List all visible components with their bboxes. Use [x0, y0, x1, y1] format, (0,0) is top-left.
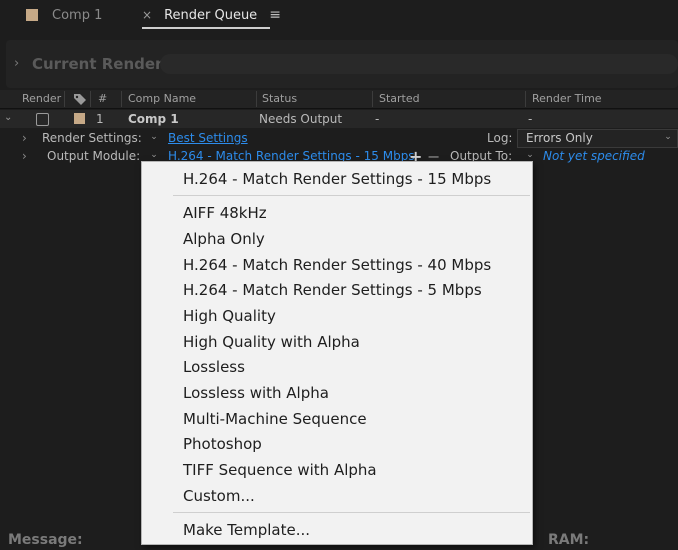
status: Needs Output [259, 112, 343, 126]
menu-item-make-template[interactable]: Make Template... [183, 521, 310, 539]
render-progress-bar [160, 54, 678, 74]
render-settings-label: Render Settings: [42, 131, 142, 145]
tab-comp-1[interactable]: Comp 1 [26, 0, 102, 30]
menu-item[interactable]: High Quality with Alpha [183, 333, 360, 351]
column-divider [256, 91, 257, 107]
tag-icon[interactable] [73, 92, 87, 109]
output-module-label: Output Module: [47, 149, 141, 163]
menu-item[interactable]: Lossless with Alpha [183, 384, 329, 402]
menu-item[interactable]: H.264 - Match Render Settings - 40 Mbps [183, 256, 491, 274]
active-tab-indicator [142, 27, 270, 29]
column-divider [525, 91, 526, 107]
chevron-right-icon[interactable]: › [22, 149, 27, 163]
comp-color-swatch [26, 9, 38, 21]
menu-item[interactable]: High Quality [183, 307, 276, 325]
chevron-down-icon[interactable]: ⌄ [148, 132, 160, 144]
col-number[interactable]: # [98, 92, 107, 105]
column-divider [90, 91, 91, 107]
tab-render-queue[interactable]: × Render Queue ≡ [142, 0, 281, 30]
col-status[interactable]: Status [262, 92, 297, 105]
started: - [375, 112, 380, 126]
menu-item[interactable]: Photoshop [183, 435, 262, 453]
menu-item[interactable]: H.264 - Match Render Settings - 5 Mbps [183, 281, 482, 299]
log-label: Log: [487, 131, 513, 145]
close-icon[interactable]: × [142, 8, 152, 22]
col-render[interactable]: Render [22, 92, 61, 105]
output-to-value[interactable]: Not yet specified [543, 149, 645, 163]
tab-label: Comp 1 [52, 7, 103, 23]
menu-item[interactable]: TIFF Sequence with Alpha [183, 461, 377, 479]
menu-item[interactable]: AIFF 48kHz [183, 204, 267, 222]
menu-separator [173, 195, 530, 196]
message-label: Message: [8, 532, 83, 548]
render-time: - [528, 112, 533, 126]
queue-index: 1 [96, 112, 104, 126]
comp-name: Comp 1 [128, 112, 179, 126]
col-comp-name[interactable]: Comp Name [128, 92, 196, 105]
ram-label: RAM: [548, 532, 590, 548]
output-module-dropdown-menu: H.264 - Match Render Settings - 15 Mbps … [141, 161, 533, 545]
column-divider [121, 91, 122, 107]
col-render-time[interactable]: Render Time [532, 92, 602, 105]
chevron-down-icon[interactable]: ⌄ [662, 132, 674, 144]
chevron-right-icon[interactable]: › [22, 131, 27, 145]
column-divider [372, 91, 373, 107]
menu-item[interactable]: Alpha Only [183, 230, 265, 248]
render-checkbox[interactable] [36, 113, 49, 126]
label-color-swatch[interactable] [74, 113, 85, 124]
menu-separator [173, 512, 530, 513]
menu-item[interactable]: Custom... [183, 487, 255, 505]
column-divider [64, 91, 65, 107]
chevron-down-icon[interactable]: ⌄ [4, 112, 12, 123]
render-settings-value[interactable]: Best Settings [168, 131, 248, 145]
menu-item[interactable]: Multi-Machine Sequence [183, 410, 367, 428]
tab-label: Render Queue [164, 7, 258, 23]
col-started[interactable]: Started [379, 92, 420, 105]
panel-menu-icon[interactable]: ≡ [269, 7, 281, 23]
menu-item-current[interactable]: H.264 - Match Render Settings - 15 Mbps [183, 170, 491, 188]
menu-item[interactable]: Lossless [183, 358, 245, 376]
chevron-right-icon[interactable]: › [14, 56, 19, 71]
log-select-value: Errors Only [526, 131, 593, 145]
current-render-title: Current Render [32, 55, 163, 73]
